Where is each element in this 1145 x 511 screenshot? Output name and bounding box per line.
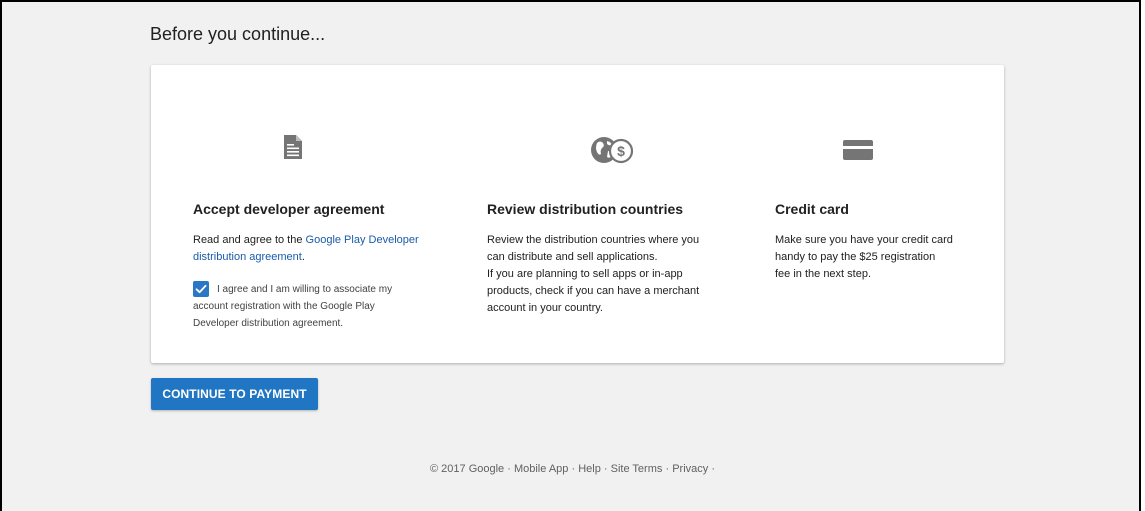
agreement-text: Read and agree to the Google Play Develo… [193, 232, 419, 266]
footer-separator: · [603, 463, 608, 475]
continue-to-payment-button[interactable]: CONTINUE TO PAYMENT [151, 378, 318, 410]
countries-line-5: account in your country. [487, 302, 603, 314]
agree-line-2: account registration with the Google Pla… [193, 301, 375, 312]
page-title: Before you continue... [150, 24, 326, 44]
footer: © 2017 Google · Mobile App · Help · Site… [2, 463, 1143, 475]
countries-line-2: can distribute and sell applications. [487, 251, 658, 263]
requirements-card: Accept developer agreement Read and agre… [151, 65, 1004, 363]
footer-separator: · [507, 463, 511, 475]
footer-separator: · [665, 463, 670, 475]
page-frame: Before you continue... Accept developer … [0, 0, 1141, 511]
credit-card-icon [843, 135, 873, 165]
agree-checkbox-label: I agree and I am willing to associate my… [193, 281, 443, 332]
agree-line-3: Developer distribution agreement. [193, 318, 344, 329]
svg-text:$: $ [617, 143, 625, 159]
footer-link-mobile-app[interactable]: Mobile App [514, 463, 568, 475]
credit-card-line-2: handy to pay the $25 registration [775, 251, 936, 263]
agree-line-1: I agree and I am willing to associate my [217, 284, 393, 295]
countries-line-4: products, check if you can have a mercha… [487, 285, 700, 297]
agreement-text-suffix: . [301, 251, 305, 263]
countries-title: Review distribution countries [487, 201, 684, 217]
credit-card-text: Make sure you have your credit card hand… [775, 232, 953, 283]
countries-text: Review the distribution countries where … [487, 232, 699, 317]
globe-dollar-icon: $ [590, 135, 636, 165]
credit-card-line-1: Make sure you have your credit card [775, 234, 953, 246]
agreement-text-prefix: Read and agree to the [193, 234, 306, 246]
credit-card-line-3: fee in the next step. [775, 268, 872, 280]
countries-line-1: Review the distribution countries where … [487, 234, 700, 246]
footer-link-help[interactable]: Help [578, 463, 601, 475]
footer-link-site-terms[interactable]: Site Terms [611, 463, 663, 475]
developer-agreement-link[interactable]: Google Play Developer [306, 234, 419, 246]
checkmark-icon [195, 284, 207, 294]
countries-line-3: If you are planning to sell apps or in-a… [487, 268, 683, 280]
agreement-title: Accept developer agreement [193, 201, 385, 217]
footer-separator: · [711, 463, 715, 475]
footer-link-privacy[interactable]: Privacy [672, 463, 708, 475]
credit-card-title: Credit card [775, 201, 849, 217]
footer-separator: · [571, 463, 576, 475]
agree-checkbox[interactable] [193, 281, 209, 297]
developer-agreement-link-cont[interactable]: distribution agreement [193, 251, 302, 263]
footer-copyright: © 2017 Google [430, 463, 505, 475]
document-icon [283, 135, 303, 165]
